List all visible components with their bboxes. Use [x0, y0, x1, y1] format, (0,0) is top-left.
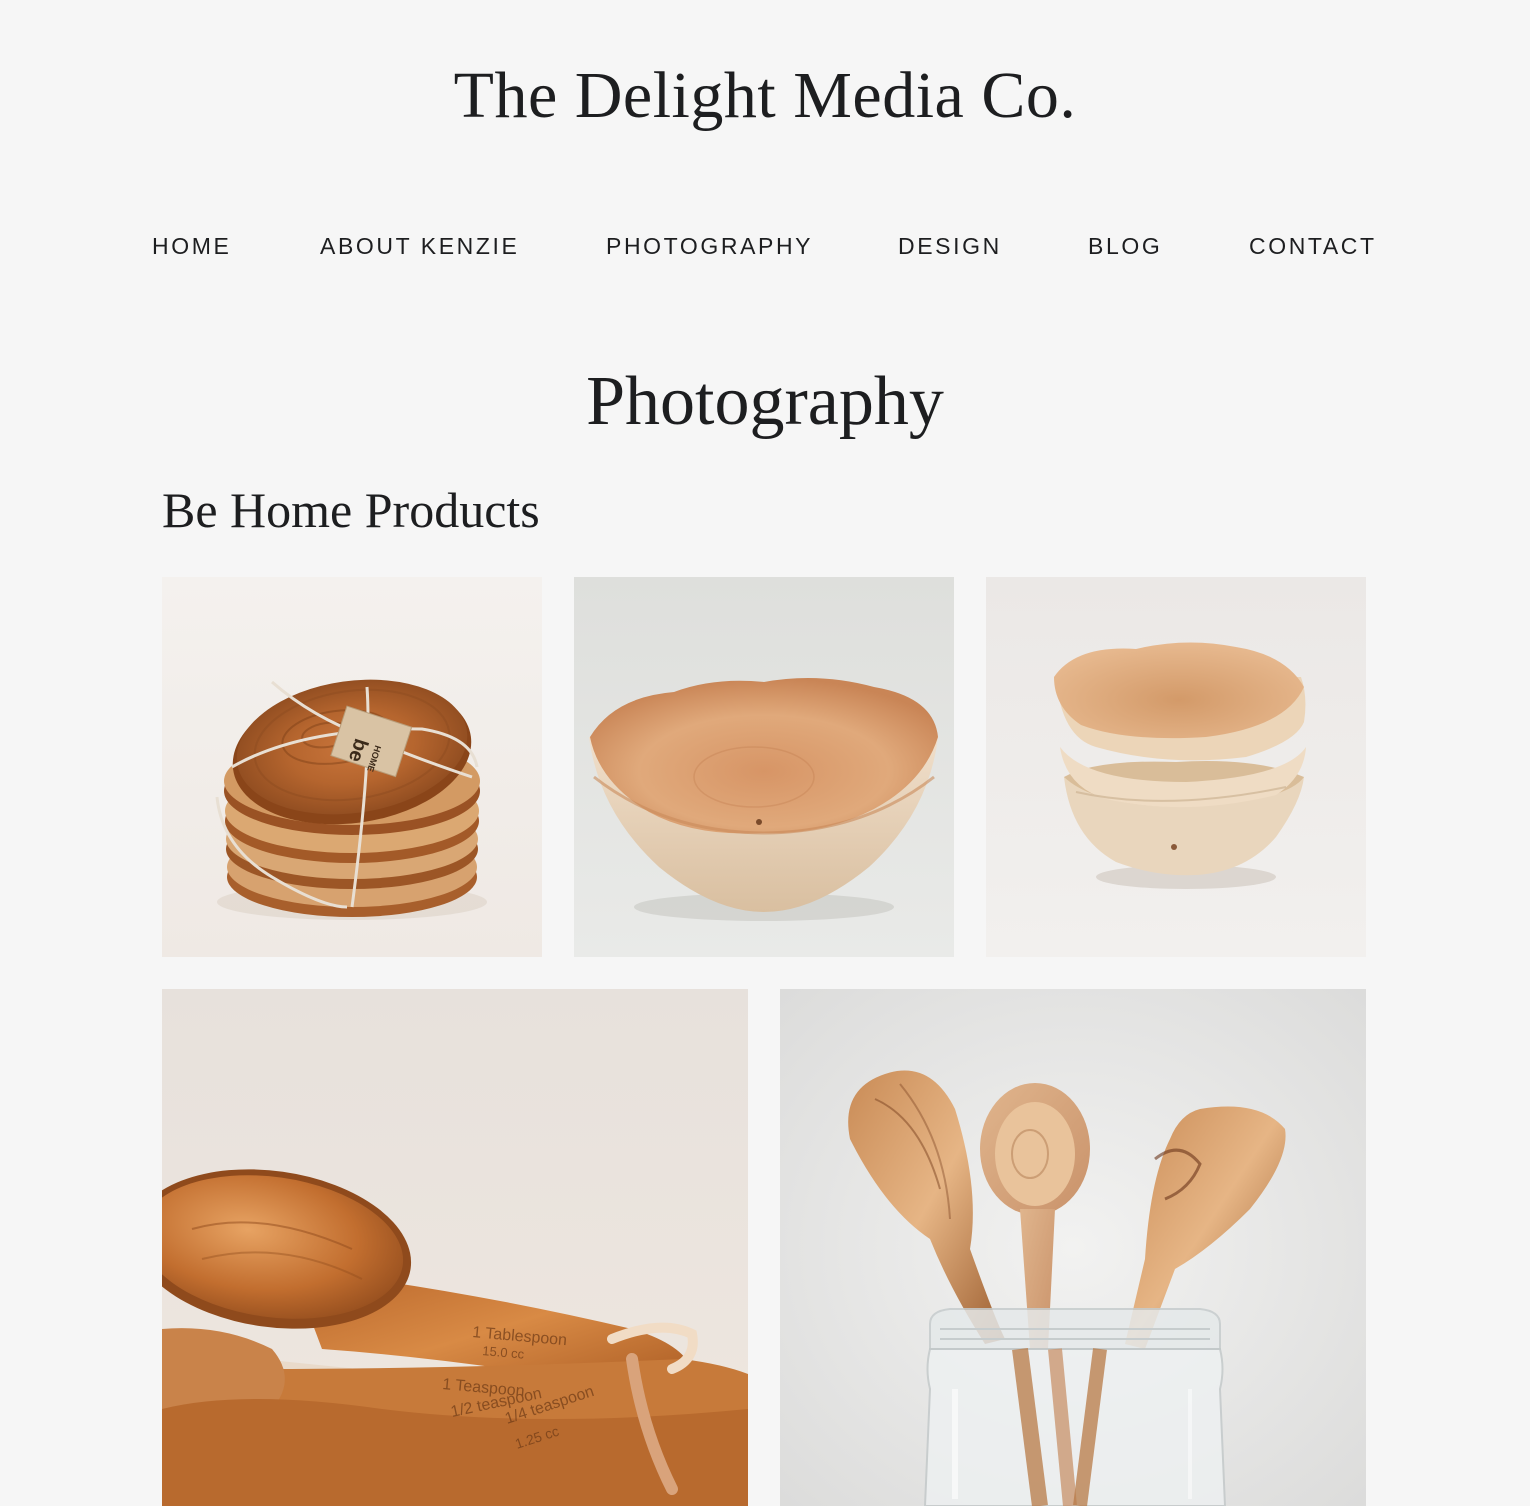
- photo-measuring-spoons[interactable]: 1 Tablespoon 15.0 cc 1 Teaspoon 1/2 teas…: [162, 989, 748, 1506]
- section-title: Be Home Products: [162, 482, 540, 538]
- stacked-bowls-image: [986, 577, 1366, 957]
- nav-item-photography[interactable]: PHOTOGRAPHY: [606, 230, 813, 262]
- spoons-jar-image: [780, 989, 1366, 1506]
- nav-item-design[interactable]: DESIGN: [898, 230, 1002, 262]
- site-title[interactable]: The Delight Media Co.: [0, 56, 1530, 136]
- photo-stacked-bowls[interactable]: [986, 577, 1366, 957]
- wooden-bowl-image: [574, 577, 954, 957]
- main-nav: HOME ABOUT KENZIE PHOTOGRAPHY DESIGN BLO…: [0, 230, 1530, 262]
- photo-spoons-jar[interactable]: [780, 989, 1366, 1506]
- stacked-plates-image: be HOME: [162, 577, 542, 957]
- nav-item-blog[interactable]: BLOG: [1088, 230, 1162, 262]
- nav-item-contact[interactable]: CONTACT: [1249, 230, 1377, 262]
- page-title: Photography: [586, 363, 944, 440]
- nav-item-about-kenzie[interactable]: ABOUT KENZIE: [320, 230, 519, 262]
- measuring-spoons-image: 1 Tablespoon 15.0 cc 1 Teaspoon 1/2 teas…: [162, 989, 748, 1506]
- nav-item-home[interactable]: HOME: [152, 230, 231, 262]
- photo-wooden-bowl[interactable]: [574, 577, 954, 957]
- photo-stacked-plates[interactable]: be HOME: [162, 577, 542, 957]
